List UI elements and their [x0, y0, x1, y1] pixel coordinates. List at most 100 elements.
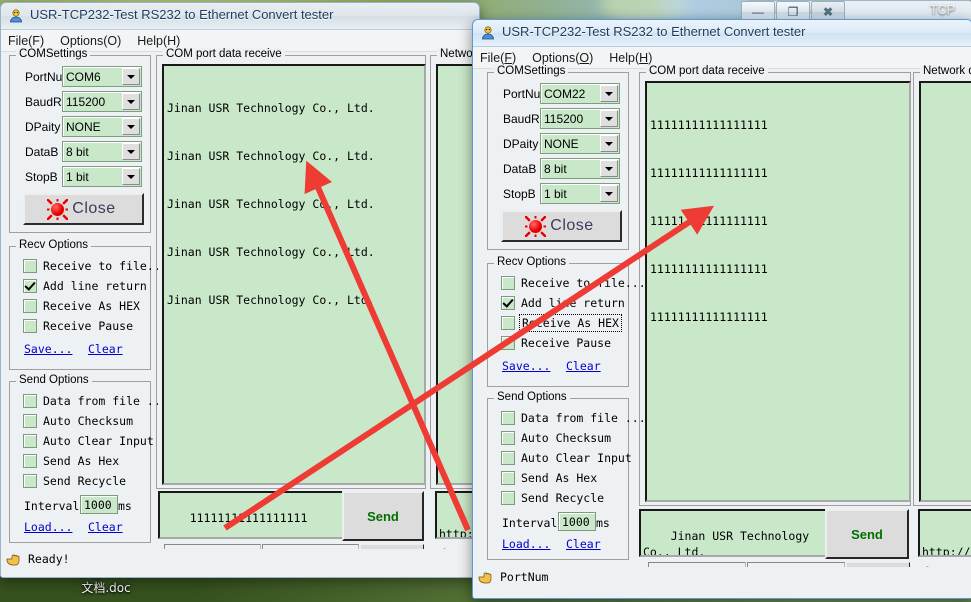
combo-stopb-value-back: 1 bit [63, 170, 122, 184]
checkbox-label: Receive As HEX [521, 316, 620, 330]
combo-baudr-front[interactable]: 115200 [540, 108, 620, 129]
checkbox-auto-clear-input-front[interactable]: Auto Clear Input [501, 451, 632, 465]
chevron-down-icon[interactable] [122, 93, 140, 110]
window-com22[interactable]: USR-TCP232-Test RS232 to Ethernet Conver… [472, 19, 971, 599]
network-textarea-front[interactable] [919, 81, 971, 502]
checkbox-icon[interactable] [23, 394, 37, 408]
checkbox-icon[interactable] [23, 299, 37, 313]
titlebar-back[interactable]: USR-TCP232-Test RS232 to Ethernet Conver… [1, 3, 479, 30]
com-receive-textarea-front[interactable]: 11111111111111111 11111111111111111 1111… [645, 81, 911, 502]
app-icon [480, 25, 496, 41]
checkbox-send-as-hex-back[interactable]: Send As Hex [23, 454, 119, 468]
combo-datab-back[interactable]: 8 bit [62, 141, 142, 162]
menu-file-back[interactable]: File(F) [8, 34, 44, 48]
checkbox-auto-checksum-back[interactable]: Auto Checksum [23, 414, 133, 428]
combo-baudr-value-front: 115200 [541, 112, 600, 126]
link-save-recv-front[interactable]: Save... [502, 359, 550, 373]
send-button-back[interactable]: Send [342, 491, 424, 541]
send-input-back[interactable]: 11111111111111111 [158, 491, 344, 539]
checkbox-icon[interactable] [501, 491, 515, 505]
combo-stopb-front[interactable]: 1 bit [540, 183, 620, 204]
checkbox-send-as-hex-front[interactable]: Send As Hex [501, 471, 597, 485]
network-input-front[interactable]: http://en [918, 509, 971, 557]
link-load-send-front[interactable]: Load... [502, 537, 550, 551]
link-clear-send-front[interactable]: Clear [566, 537, 601, 551]
checkbox-icon[interactable] [501, 276, 515, 290]
checkbox-receive-as-hex-front[interactable]: Receive As HEX [501, 316, 620, 330]
menu-help-front[interactable]: Help(H) [609, 51, 652, 65]
combo-dpaity-back[interactable]: NONE [62, 116, 142, 137]
chevron-down-icon[interactable] [600, 85, 618, 102]
checkbox-receive-pause-back[interactable]: Receive Pause [23, 319, 133, 333]
link-clear-recv-back[interactable]: Clear [88, 342, 123, 356]
checkbox-icon[interactable] [501, 451, 515, 465]
checkbox-icon[interactable] [501, 411, 515, 425]
checkbox-icon[interactable] [23, 259, 37, 273]
checkbox-icon[interactable] [501, 316, 515, 330]
statusbar-text-back: Ready! [28, 552, 70, 566]
link-save-recv-back[interactable]: Save... [24, 342, 72, 356]
combo-portnum-front[interactable]: COM22 [540, 83, 620, 104]
app-icon [8, 8, 24, 24]
checkbox-icon-checked[interactable] [501, 296, 515, 310]
com-receive-textarea-back[interactable]: Jinan USR Technology Co., Ltd. Jinan USR… [162, 64, 426, 485]
checkbox-receive-as-hex-back[interactable]: Receive As HEX [23, 299, 140, 313]
checkbox-icon[interactable] [501, 336, 515, 350]
chevron-down-icon[interactable] [122, 168, 140, 185]
titlebar-front[interactable]: USR-TCP232-Test RS232 to Ethernet Conver… [473, 20, 971, 47]
checkbox-icon[interactable] [501, 471, 515, 485]
checkbox-label: Auto Checksum [43, 414, 133, 428]
combo-datab-front[interactable]: 8 bit [540, 158, 620, 179]
checkbox-data-from-file-front[interactable]: Data from file ... [501, 411, 646, 425]
checkbox-auto-checksum-front[interactable]: Auto Checksum [501, 431, 611, 445]
chevron-down-icon[interactable] [122, 143, 140, 160]
link-clear-recv-front[interactable]: Clear [566, 359, 601, 373]
send-button-front[interactable]: Send [825, 509, 909, 559]
checkbox-auto-clear-input-back[interactable]: Auto Clear Input [23, 434, 154, 448]
combo-stopb-back[interactable]: 1 bit [62, 166, 142, 187]
checkbox-icon[interactable] [23, 434, 37, 448]
combo-baudr-back[interactable]: 115200 [62, 91, 142, 112]
menu-help-back[interactable]: Help(H) [137, 34, 180, 48]
link-clear-send-back[interactable]: Clear [88, 520, 123, 534]
checkbox-receive-pause-front[interactable]: Receive Pause [501, 336, 611, 350]
checkbox-add-line-return-back[interactable]: Add line return [23, 279, 147, 293]
chevron-down-icon[interactable] [600, 185, 618, 202]
checkbox-icon[interactable] [23, 454, 37, 468]
combo-dpaity-value-front: NONE [541, 137, 600, 151]
chevron-down-icon[interactable] [600, 110, 618, 127]
checkbox-data-from-file-back[interactable]: Data from file ... [23, 394, 168, 408]
send-button-label-back: Send [367, 509, 399, 524]
checkbox-receive-to-file-front[interactable]: Receive to file... [501, 276, 646, 290]
checkbox-send-recycle-back[interactable]: Send Recycle [23, 474, 126, 488]
send-input-front[interactable]: Jinan USR Technology Co., Ltd. [639, 509, 827, 557]
chevron-down-icon[interactable] [600, 160, 618, 177]
link-load-send-back[interactable]: Load... [24, 520, 72, 534]
label-stopb-back: StopB [25, 170, 58, 184]
combo-portnum-back[interactable]: COM6 [62, 66, 142, 87]
combo-dpaity-front[interactable]: NONE [540, 133, 620, 154]
receive-line: Jinan USR Technology Co., Ltd. [167, 292, 422, 308]
checkbox-add-line-return-front[interactable]: Add line return [501, 296, 625, 310]
checkbox-icon-checked[interactable] [23, 279, 37, 293]
input-interval-front[interactable]: 1000 [558, 512, 596, 531]
close-port-button-back[interactable]: Close [23, 193, 144, 225]
close-port-button-front[interactable]: Close [501, 210, 622, 242]
checkbox-icon[interactable] [23, 474, 37, 488]
menu-options-front[interactable]: Options(O) [532, 51, 593, 65]
window-com6[interactable]: USR-TCP232-Test RS232 to Ethernet Conver… [0, 2, 480, 578]
menu-file-front[interactable]: File(F) [480, 51, 516, 65]
input-interval-back[interactable]: 1000 [80, 495, 118, 514]
chevron-down-icon[interactable] [122, 118, 140, 135]
checkbox-icon[interactable] [23, 414, 37, 428]
checkbox-label: Add line return [521, 296, 625, 310]
checkbox-icon[interactable] [23, 319, 37, 333]
combo-datab-value-back: 8 bit [63, 145, 122, 159]
menu-options-back[interactable]: Options(O) [60, 34, 121, 48]
checkbox-icon[interactable] [501, 431, 515, 445]
chevron-down-icon[interactable] [122, 68, 140, 85]
window-title-back: USR-TCP232-Test RS232 to Ethernet Conver… [30, 7, 333, 22]
chevron-down-icon[interactable] [600, 135, 618, 152]
checkbox-receive-to-file-back[interactable]: Receive to file... [23, 259, 168, 273]
checkbox-send-recycle-front[interactable]: Send Recycle [501, 491, 604, 505]
